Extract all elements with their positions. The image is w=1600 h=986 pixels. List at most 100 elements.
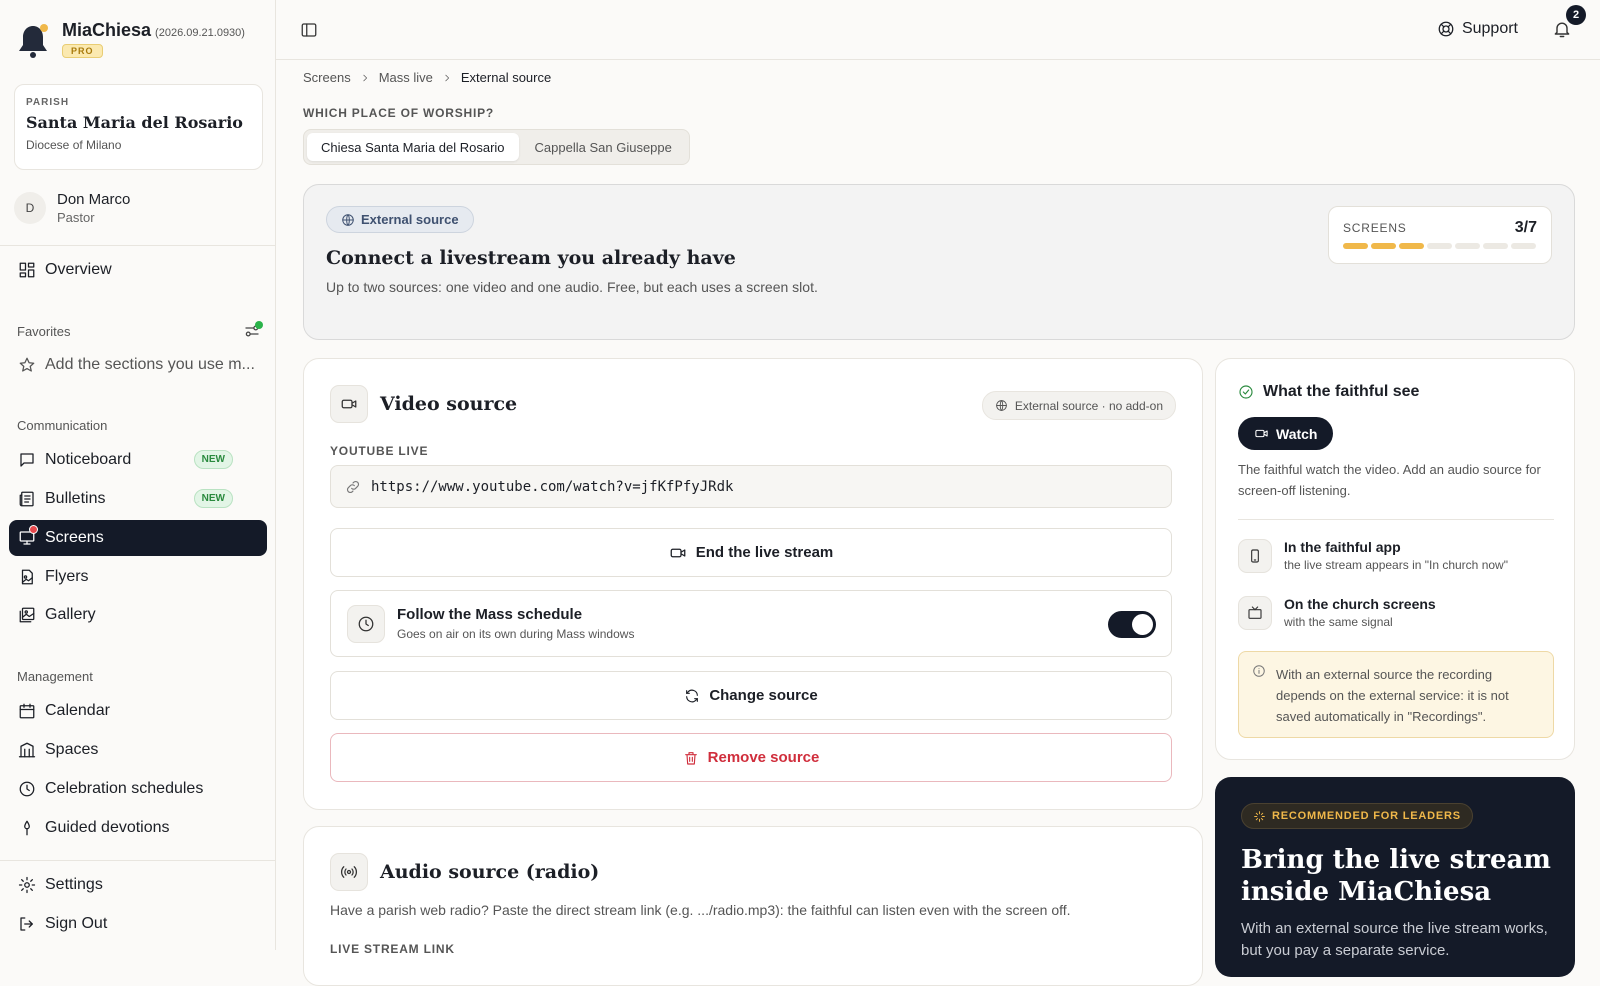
church-screens-title: On the church screens	[1284, 596, 1436, 612]
breadcrumb-screens[interactable]: Screens	[303, 70, 351, 85]
no-addon-pill: External source · no add-on	[981, 391, 1176, 420]
screens-usage-segment	[1511, 243, 1536, 249]
faithful-app-title: In the faithful app	[1284, 539, 1401, 555]
faithful-app-row: In the faithful app the live stream appe…	[1238, 539, 1508, 573]
change-source-button[interactable]: Change source	[330, 671, 1172, 720]
user-name: Don Marco	[57, 191, 131, 208]
remove-source-button[interactable]: Remove source	[330, 733, 1172, 782]
watch-button[interactable]: Watch	[1238, 417, 1334, 450]
follow-schedule-toggle[interactable]	[1108, 611, 1156, 638]
sidebar-item-label: Noticeboard	[45, 451, 132, 468]
recording-note: With an external source the recording de…	[1238, 651, 1554, 738]
sidebar-item-bulletins[interactable]: Bulletins NEW	[9, 481, 267, 517]
user-profile[interactable]: D Don Marco Pastor	[14, 191, 130, 225]
screens-usage-card: SCREENS 3/7	[1328, 206, 1552, 264]
divider	[0, 860, 276, 861]
promo-description: With an external source the live stream …	[1241, 920, 1548, 959]
app-version: (2026.09.21.0930)	[155, 27, 245, 39]
promo-card[interactable]: RECOMMENDED FOR LEADERS Bring the live s…	[1215, 777, 1575, 977]
video-camera-icon	[669, 544, 687, 562]
sidebar-item-calendar[interactable]: Calendar	[9, 693, 267, 729]
pill-label: External source · no add-on	[1014, 398, 1163, 413]
recommended-badge: RECOMMENDED FOR LEADERS	[1241, 803, 1473, 829]
topbar: Support 2	[276, 0, 1600, 60]
new-badge: NEW	[193, 489, 233, 508]
worship-label: WHICH PLACE OF WORSHIP?	[303, 106, 495, 120]
remove-source-label: Remove source	[707, 749, 820, 766]
hero-title: Connect a livestream you already have	[326, 247, 736, 269]
recommended-label: RECOMMENDED FOR LEADERS	[1272, 810, 1461, 822]
sidebar-item-label: Overview	[45, 261, 112, 278]
sidebar-item-devotions[interactable]: Guided devotions	[9, 810, 267, 846]
sidebar-item-label: Sign Out	[45, 915, 108, 932]
youtube-live-label: YOUTUBE LIVE	[330, 444, 429, 458]
sidebar-toggle-icon[interactable]	[300, 21, 318, 39]
faithful-preview-card: What the faithful see Watch The faithful…	[1215, 358, 1575, 760]
recording-note-text: With an external source the recording de…	[1276, 667, 1509, 724]
worship-option-cappella[interactable]: Cappella San Giuseppe	[521, 133, 686, 161]
screens-usage-segment	[1399, 243, 1424, 249]
plan-badge: PRO	[62, 44, 103, 58]
church-screens-row: On the church screens with the same sign…	[1238, 596, 1436, 630]
parish-label: PARISH	[26, 97, 70, 108]
support-button[interactable]: Support	[1437, 20, 1518, 38]
favorites-hint-label: Add the sections you use m...	[45, 356, 255, 373]
sidebar-item-spaces[interactable]: Spaces	[9, 732, 267, 768]
chevron-right-icon	[442, 73, 452, 83]
follow-schedule-title: Follow the Mass schedule	[397, 606, 583, 623]
sidebar-item-noticeboard[interactable]: Noticeboard NEW	[9, 442, 267, 478]
promo-title: Bring the live stream inside MiaChiesa	[1241, 845, 1551, 907]
check-circle-icon	[1238, 384, 1254, 400]
trash-icon	[683, 750, 699, 766]
favorites-hint[interactable]: Add the sections you use m...	[9, 347, 267, 383]
app-name: MiaChiesa	[62, 20, 152, 40]
sidebar-item-gallery[interactable]: Gallery	[9, 597, 267, 633]
sidebar-item-settings[interactable]: Settings	[9, 867, 267, 903]
parish-card[interactable]: PARISH Santa Maria del Rosario Diocese o…	[14, 84, 263, 170]
external-source-chip: External source	[326, 206, 474, 233]
faithful-title: What the faithful see	[1263, 383, 1420, 400]
screens-value: 3/7	[1514, 219, 1537, 236]
sparkle-icon	[1253, 810, 1266, 823]
video-source-card: Video source External source · no add-on…	[303, 358, 1203, 810]
sidebar-item-celebration[interactable]: Celebration schedules	[9, 771, 267, 807]
breadcrumb-current: External source	[460, 70, 552, 85]
screens-usage-segment	[1427, 243, 1452, 249]
sidebar: MiaChiesa (2026.09.21.0930) PRO PARISH Sa…	[0, 0, 276, 950]
sidebar-item-screens[interactable]: Screens	[9, 520, 267, 556]
audio-source-card: Audio source (radio) Have a parish web r…	[303, 826, 1203, 986]
audio-source-title: Audio source (radio)	[380, 861, 600, 883]
refresh-icon	[684, 688, 700, 704]
youtube-url-field[interactable]: https://www.youtube.com/watch?v=jfKfPfyJ…	[330, 465, 1172, 508]
avatar: D	[14, 192, 46, 224]
sidebar-item-label: Bulletins	[45, 490, 106, 507]
user-role: Pastor	[57, 210, 95, 225]
new-badge: NEW	[193, 450, 233, 469]
follow-schedule-subtitle: Goes on air on its own during Mass windo…	[397, 627, 635, 641]
worship-option-chiesa[interactable]: Chiesa Santa Maria del Rosario	[307, 133, 519, 161]
tv-icon	[1238, 596, 1272, 630]
newspaper-icon	[18, 490, 36, 508]
brand[interactable]: MiaChiesa (2026.09.21.0930) PRO	[16, 20, 245, 62]
sidebar-item-overview[interactable]: Overview	[9, 252, 267, 288]
sidebar-item-flyers[interactable]: Flyers	[9, 559, 267, 595]
clock-icon	[347, 604, 385, 643]
star-icon	[18, 356, 36, 374]
video-camera-icon	[1254, 426, 1269, 441]
screens-usage-segment	[1455, 243, 1480, 249]
breadcrumb-mass-live[interactable]: Mass live	[379, 70, 433, 85]
screens-usage-bar	[1343, 243, 1537, 249]
faithful-description: The faithful watch the video. Add an aud…	[1238, 462, 1541, 498]
smartphone-icon	[1238, 539, 1272, 573]
divider	[1238, 519, 1554, 520]
audio-source-description: Have a parish web radio? Paste the direc…	[330, 902, 1071, 918]
sidebar-item-signout[interactable]: Sign Out	[9, 906, 267, 942]
hero-description: Up to two sources: one video and one aud…	[326, 279, 818, 295]
end-live-stream-button[interactable]: End the live stream	[330, 528, 1172, 577]
clock-icon	[18, 780, 36, 798]
worship-selector: Chiesa Santa Maria del Rosario Cappella …	[303, 129, 690, 165]
customize-favorites-icon[interactable]	[243, 321, 263, 340]
radio-waves-icon	[330, 853, 368, 891]
link-icon	[345, 479, 361, 495]
sidebar-item-label: Settings	[45, 876, 103, 893]
